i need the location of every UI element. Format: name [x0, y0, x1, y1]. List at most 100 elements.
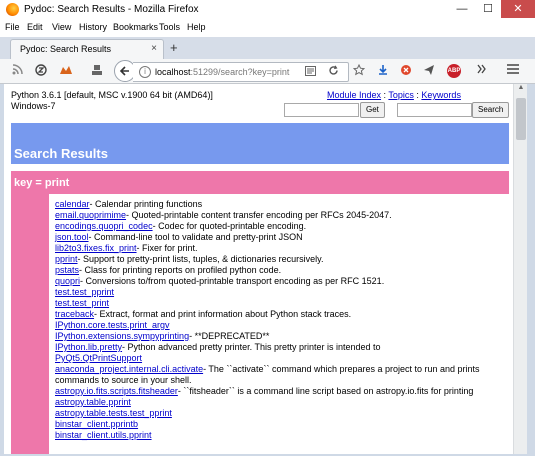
minimize-button[interactable]: —	[449, 0, 475, 18]
hamburger-menu-icon[interactable]	[506, 64, 520, 78]
overflow-chevron-icon[interactable]	[475, 64, 489, 78]
result-description: - Command-line tool to validate and pret…	[88, 232, 303, 242]
adblock-icon[interactable]: ABP	[447, 64, 461, 78]
result-item: pprint- Support to pretty-print lists, t…	[55, 254, 507, 265]
result-description: - Calendar printing functions	[89, 199, 203, 209]
result-item: json.tool- Command-line tool to validate…	[55, 232, 507, 243]
menu-bookmarks[interactable]: Bookmarks	[113, 22, 158, 32]
firefox-icon	[6, 3, 19, 16]
result-description: - Python advanced pretty printer. This p…	[122, 342, 381, 352]
result-link[interactable]: test.test_print	[55, 298, 109, 308]
top-nav-links: Module Index : Topics : Keywords	[327, 90, 461, 100]
get-input[interactable]	[284, 103, 359, 117]
results-heading-band: Search Results	[11, 123, 509, 164]
result-description: - Fixer for print.	[136, 243, 198, 253]
results-list: calendar- Calendar printing functions ema…	[55, 199, 507, 441]
result-link[interactable]: test.test_pprint	[55, 287, 114, 297]
result-item: encodings.quopri_codec- Codec for quoted…	[55, 221, 507, 232]
result-link[interactable]: IPython.lib.pretty	[55, 342, 122, 352]
result-link[interactable]: pprint	[55, 254, 78, 264]
download-icon[interactable]	[376, 64, 390, 78]
result-link[interactable]: PyQt5.QtPrintSupport	[55, 353, 142, 363]
reader-view-icon[interactable]	[305, 66, 316, 79]
result-link[interactable]: traceback	[55, 309, 94, 319]
url-path: :51299/search?key=print	[190, 67, 290, 77]
result-item: calendar- Calendar printing functions	[55, 199, 507, 210]
tab-pydoc-search[interactable]: Pydoc: Search Results ×	[10, 39, 164, 60]
close-button[interactable]: ✕	[501, 0, 535, 18]
result-item: test.test_print	[55, 298, 507, 309]
get-button[interactable]: Get	[360, 102, 385, 118]
result-link[interactable]: calendar	[55, 199, 90, 209]
site-info-icon[interactable]: i	[139, 66, 151, 78]
result-link[interactable]: email.quoprimime	[55, 210, 126, 220]
result-link[interactable]: IPython.extensions.sympyprinting	[55, 331, 189, 341]
key-section-margin	[11, 194, 49, 454]
result-description: - Extract, format and print information …	[94, 309, 352, 319]
rss-icon[interactable]	[10, 64, 24, 78]
result-link[interactable]: encodings.quopri_codec	[55, 221, 153, 231]
key-heading-band: key = print	[11, 171, 509, 194]
result-item: lib2to3.fixes.fix_print- Fixer for print…	[55, 243, 507, 254]
url-text[interactable]: localhost:51299/search?key=print	[155, 67, 289, 77]
reload-icon[interactable]	[328, 65, 339, 79]
results-heading: Search Results	[14, 146, 108, 161]
result-link[interactable]: astropy.table.tests.test_pprint	[55, 408, 172, 418]
result-description: - Quoted-printable content transfer enco…	[126, 210, 392, 220]
window-title: Pydoc: Search Results - Mozilla Firefox	[24, 4, 199, 15]
new-tab-button[interactable]: +	[170, 41, 178, 54]
tab-strip: Pydoc: Search Results × +	[0, 37, 535, 60]
result-item: quopri- Conversions to/from quoted-print…	[55, 276, 507, 287]
result-item: astropy.table.tests.test_pprint	[55, 408, 507, 419]
search-button[interactable]: Search	[472, 102, 510, 118]
result-description: - Class for printing reports on profiled…	[79, 265, 282, 275]
result-link[interactable]: json.tool	[55, 232, 89, 242]
vertical-scrollbar[interactable]: ▲	[513, 84, 528, 454]
result-link[interactable]: IPython.core.tests.print_argv	[55, 320, 170, 330]
result-link[interactable]: binstar_client.pprintb	[55, 419, 138, 429]
result-link[interactable]: astropy.table.pprint	[55, 397, 131, 407]
menu-file[interactable]: File	[5, 22, 20, 32]
keywords-link[interactable]: Keywords	[421, 90, 461, 100]
menu-edit[interactable]: Edit	[27, 22, 43, 32]
result-link[interactable]: binstar_client.utils.pprint	[55, 430, 152, 440]
url-bar[interactable]: i localhost:51299/search?key=print	[133, 62, 349, 82]
maximize-button[interactable]: ☐	[475, 0, 501, 18]
result-link[interactable]: pstats	[55, 265, 79, 275]
result-description: - Codec for quoted-printable encoding.	[152, 221, 307, 231]
result-link[interactable]: quopri	[55, 276, 80, 286]
result-item: pstats- Class for printing reports on pr…	[55, 265, 507, 276]
result-item: IPython.lib.pretty- Python advanced pret…	[55, 342, 507, 353]
result-item: binstar_client.pprintb	[55, 419, 507, 430]
result-item: email.quoprimime- Quoted-printable conte…	[55, 210, 507, 221]
scroll-up-arrow-icon[interactable]: ▲	[514, 84, 528, 96]
platform-line: Windows-7	[11, 101, 56, 111]
star-icon[interactable]	[352, 63, 366, 78]
topics-link[interactable]: Topics	[388, 90, 414, 100]
extension-fox-icon[interactable]	[59, 64, 73, 78]
scroll-thumb[interactable]	[516, 98, 526, 140]
window-frame	[527, 84, 535, 456]
result-link[interactable]: anaconda_project.internal.cli.activate	[55, 364, 203, 374]
menu-view[interactable]: View	[52, 22, 71, 32]
menu-bar: File Edit View History Bookmarks Tools H…	[0, 20, 535, 37]
result-item: traceback- Extract, format and print inf…	[55, 309, 507, 320]
key-heading: key = print	[14, 177, 70, 189]
menu-help[interactable]: Help	[187, 22, 206, 32]
block-icon[interactable]	[399, 64, 413, 78]
module-index-link[interactable]: Module Index	[327, 90, 381, 100]
result-link[interactable]: astropy.io.fits.scripts.fitsheader	[55, 386, 178, 396]
sync-icon[interactable]	[34, 64, 48, 78]
result-item: IPython.extensions.sympyprinting- **DEPR…	[55, 331, 507, 342]
menu-history[interactable]: History	[79, 22, 107, 32]
send-icon[interactable]	[422, 64, 436, 78]
profile-icon[interactable]	[90, 64, 104, 78]
result-item: astropy.io.fits.scripts.fitsheader- ``fi…	[55, 386, 507, 397]
search-input[interactable]	[397, 103, 472, 117]
tab-label: Pydoc: Search Results	[20, 44, 112, 54]
tab-close-icon[interactable]: ×	[151, 43, 157, 54]
menu-tools[interactable]: Tools	[159, 22, 180, 32]
result-description: - Conversions to/from quoted-printable t…	[80, 276, 385, 286]
result-link[interactable]: lib2to3.fixes.fix_print	[55, 243, 137, 253]
result-item: binstar_client.utils.pprint	[55, 430, 507, 441]
